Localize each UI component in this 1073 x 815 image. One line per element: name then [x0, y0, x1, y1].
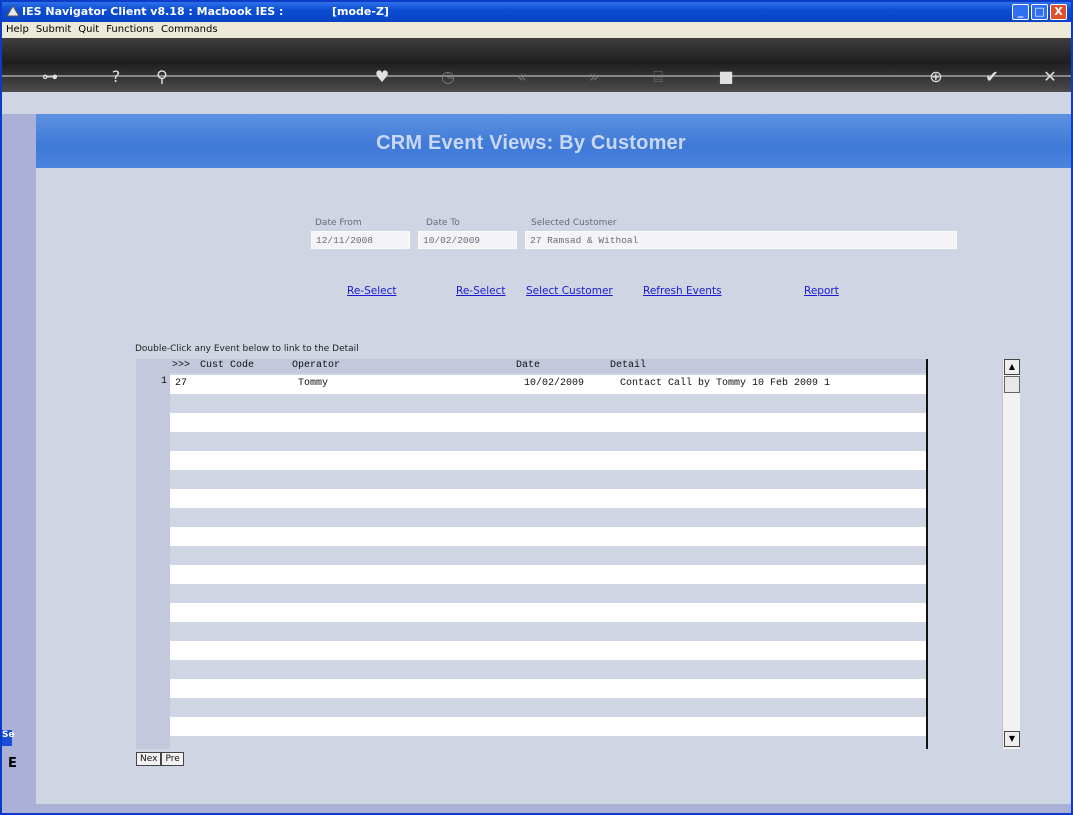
- window-mode: [mode-Z]: [332, 5, 389, 18]
- date-to-label: Date To: [426, 218, 460, 228]
- grid-border: [926, 359, 928, 749]
- cell-date: 10/02/2009: [524, 378, 585, 389]
- customer-label: Selected Customer: [531, 218, 617, 228]
- maximize-button[interactable]: □: [1031, 4, 1048, 20]
- col-operator[interactable]: Operator: [292, 360, 340, 371]
- table-row[interactable]: [170, 413, 926, 432]
- table-row[interactable]: [170, 603, 926, 622]
- date-from-label: Date From: [315, 218, 362, 228]
- key-icon[interactable]: ⊶: [30, 67, 70, 87]
- sidebar-tab[interactable]: Se: [2, 730, 15, 746]
- back-icon[interactable]: «: [512, 67, 532, 87]
- refresh-events-link[interactable]: Refresh Events: [643, 285, 722, 297]
- clock-icon[interactable]: ◷: [438, 67, 458, 87]
- table-row[interactable]: [170, 565, 926, 584]
- left-sidebar: Se E: [2, 114, 36, 804]
- table-row[interactable]: [170, 641, 926, 660]
- menu-help[interactable]: Help: [2, 22, 32, 35]
- menu-submit[interactable]: Submit: [32, 22, 74, 35]
- cell-operator: Tommy: [298, 378, 329, 389]
- page-nav: Nex Pre: [136, 752, 184, 766]
- app-window: IES Navigator Client v8.18 : Macbook IES…: [0, 0, 1073, 815]
- globe-icon[interactable]: ⊕: [926, 67, 946, 87]
- menu-bar: Help Submit Quit Functions Commands: [2, 22, 1071, 38]
- date-to-field[interactable]: 10/02/2009: [418, 231, 517, 249]
- minimize-button[interactable]: _: [1012, 4, 1029, 20]
- help-icon[interactable]: ?: [106, 67, 126, 87]
- check-icon[interactable]: ✔: [982, 67, 1002, 87]
- select-customer-link[interactable]: Select Customer: [526, 285, 613, 297]
- menu-functions[interactable]: Functions: [102, 22, 157, 35]
- vertical-scrollbar[interactable]: ▲ ▼: [1002, 359, 1020, 749]
- scroll-up-button[interactable]: ▲: [1004, 359, 1020, 375]
- table-row[interactable]: [170, 679, 926, 698]
- page-title: CRM Event Views: By Customer: [376, 132, 686, 154]
- events-grid[interactable]: >>> Cust Code Operator Date Detail 1 27 …: [136, 359, 928, 749]
- menu-quit[interactable]: Quit: [74, 22, 102, 35]
- table-row[interactable]: [170, 451, 926, 470]
- customer-field[interactable]: 27 Ramsad & Withoal: [525, 231, 957, 249]
- close-icon[interactable]: ✕: [1040, 67, 1060, 87]
- window-title: IES Navigator Client v8.18 : Macbook IES…: [22, 5, 284, 18]
- col-date[interactable]: Date: [516, 360, 540, 371]
- table-row[interactable]: [170, 489, 926, 508]
- toolbar-strip: ⊶ ? ⚲ ♥ ◷ « » ⌸ ■ ⊕ ✔ ✕: [2, 38, 1071, 92]
- scroll-thumb[interactable]: [1004, 376, 1020, 393]
- cell-detail: Contact Call by Tommy 10 Feb 2009 1: [620, 378, 831, 389]
- reselect-to-link[interactable]: Re-Select: [456, 285, 505, 297]
- col-marker: >>>: [172, 360, 191, 371]
- sidebar-icon[interactable]: E: [8, 756, 17, 771]
- table-row[interactable]: [170, 717, 926, 736]
- table-row[interactable]: 27 Tommy 10/02/2009 Contact Call by Tomm…: [170, 375, 926, 394]
- search-icon[interactable]: ⚲: [152, 67, 172, 87]
- close-button[interactable]: X: [1050, 4, 1067, 20]
- row-number: 1: [161, 376, 168, 387]
- menu-commands[interactable]: Commands: [157, 22, 221, 35]
- reselect-from-link[interactable]: Re-Select: [347, 285, 396, 297]
- grid-rows: 27 Tommy 10/02/2009 Contact Call by Tomm…: [170, 373, 926, 749]
- report-link[interactable]: Report: [804, 285, 839, 297]
- col-detail[interactable]: Detail: [610, 360, 646, 371]
- forward-icon[interactable]: »: [584, 67, 604, 87]
- title-bar[interactable]: IES Navigator Client v8.18 : Macbook IES…: [2, 2, 1071, 22]
- row-number-gutter: 1: [136, 373, 170, 749]
- table-row[interactable]: [170, 527, 926, 546]
- grid-hint: Double-Click any Event below to link to …: [135, 344, 359, 354]
- toolbar: ⊶ ? ⚲ ♥ ◷ « » ⌸ ■ ⊕ ✔ ✕: [2, 38, 1071, 114]
- tree-icon[interactable]: ⌸: [648, 67, 668, 87]
- next-button[interactable]: Nex: [136, 752, 162, 766]
- date-from-field[interactable]: 12/11/2008: [311, 231, 410, 249]
- prev-button[interactable]: Pre: [161, 752, 184, 766]
- grid-header: >>> Cust Code Operator Date Detail: [136, 359, 928, 373]
- col-cust-code[interactable]: Cust Code: [200, 360, 254, 371]
- stop-icon[interactable]: ■: [716, 67, 736, 87]
- scroll-down-button[interactable]: ▼: [1004, 731, 1020, 747]
- app-logo-icon: [6, 5, 20, 17]
- page-banner: CRM Event Views: By Customer: [36, 114, 1071, 168]
- cell-cust-code: 27: [175, 378, 188, 389]
- heart-icon[interactable]: ♥: [372, 67, 392, 87]
- status-strip: [2, 804, 1071, 813]
